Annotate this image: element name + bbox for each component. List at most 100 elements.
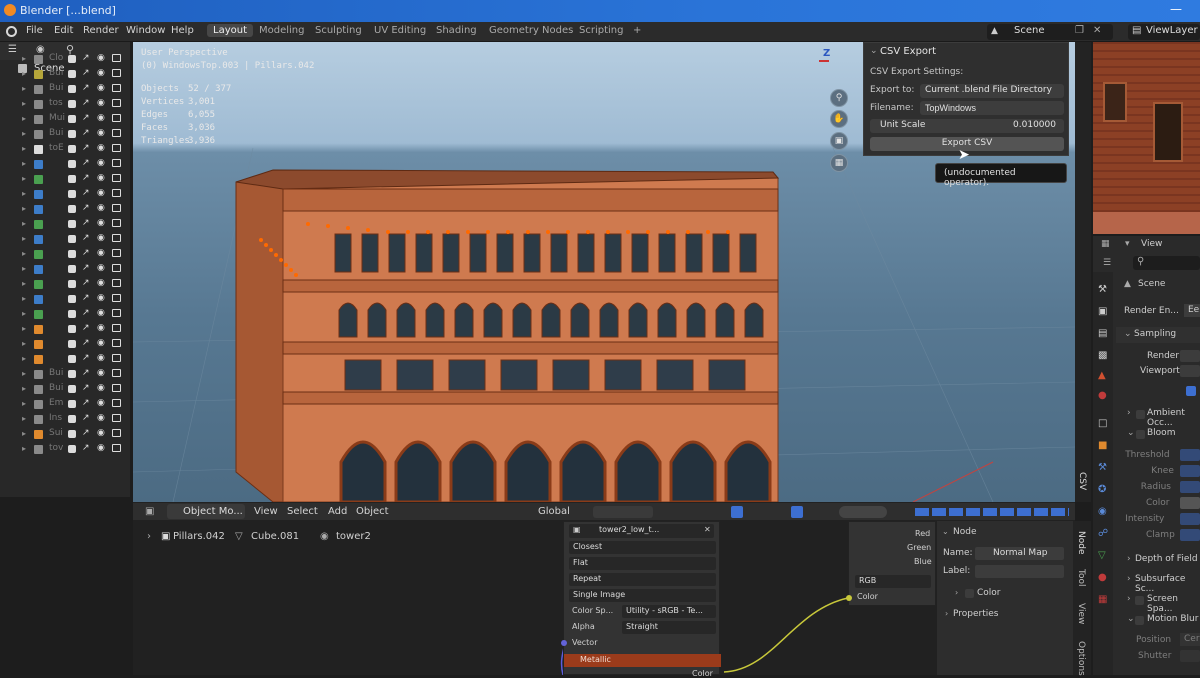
render-camera-icon[interactable] (112, 69, 121, 77)
expand-chevron-icon[interactable]: ▸ (22, 369, 26, 378)
expand-chevron-icon[interactable]: ▸ (22, 99, 26, 108)
expand-chevron-icon[interactable]: ▸ (22, 249, 26, 258)
texture-tab-icon[interactable]: ▦ (1098, 594, 1107, 605)
node-name-field[interactable]: Normal Map (975, 547, 1064, 560)
selectable-icon[interactable]: ↗ (82, 233, 90, 243)
selectable-icon[interactable]: ↗ (82, 263, 90, 273)
exclude-checkbox[interactable] (68, 310, 76, 318)
close-icon[interactable]: ✕ (1093, 25, 1101, 36)
expand-chevron-icon[interactable]: ▸ (22, 189, 26, 198)
eye-icon[interactable]: ◉ (97, 398, 105, 408)
selectable-icon[interactable]: ↗ (82, 128, 90, 138)
tab-view[interactable]: View (1076, 603, 1086, 624)
outliner-row[interactable]: ▸ Mui ↗ ◉ (0, 112, 130, 127)
mode-dropdown[interactable]: Object Mo... (167, 504, 245, 519)
exclude-checkbox[interactable] (68, 295, 76, 303)
outliner-row[interactable]: ▸ ↗ ◉ (0, 337, 130, 352)
render-camera-icon[interactable] (112, 84, 121, 92)
viewlayer-selector[interactable]: ▤ ViewLayer (1128, 24, 1200, 40)
selectable-icon[interactable]: ↗ (82, 248, 90, 258)
gizmo-z-label[interactable]: Z (823, 48, 830, 59)
image-selector[interactable]: ▣ tower2_low_t... ✕ (569, 524, 714, 538)
blender-menu-icon[interactable] (6, 26, 17, 37)
exclude-checkbox[interactable] (68, 160, 76, 168)
outliner-row[interactable]: ▸ ↗ ◉ (0, 232, 130, 247)
particles-tab-icon[interactable]: ✪ (1098, 484, 1106, 495)
exclude-checkbox[interactable] (68, 205, 76, 213)
render-camera-icon[interactable] (112, 54, 121, 62)
expand-chevron-icon[interactable]: ▸ (22, 144, 26, 153)
output-tab-icon[interactable]: ▤ (1098, 328, 1107, 339)
render-camera-icon[interactable] (112, 279, 121, 287)
properties-editor-icon[interactable]: ☰ (1103, 258, 1111, 268)
render-camera-icon[interactable] (112, 444, 121, 452)
expand-chevron-icon[interactable]: ▸ (22, 309, 26, 318)
sidebar-tab-csv[interactable]: CSV (1077, 472, 1087, 490)
render-camera-icon[interactable] (112, 294, 121, 302)
outliner-row[interactable]: ▸ Sui ↗ ◉ (0, 427, 130, 442)
expand-chevron-icon[interactable]: ▸ (22, 174, 26, 183)
tool-tab-icon[interactable]: ⚒ (1098, 284, 1107, 295)
eye-icon[interactable]: ◉ (97, 203, 105, 213)
menu-select[interactable]: Select (287, 506, 318, 517)
exclude-checkbox[interactable] (68, 55, 76, 63)
selectable-icon[interactable]: ↗ (82, 368, 90, 378)
render-camera-icon[interactable] (112, 384, 121, 392)
expand-chevron-icon[interactable]: ▸ (22, 69, 26, 78)
eye-icon[interactable]: ◉ (97, 83, 105, 93)
bloom-field-input[interactable] (1180, 513, 1200, 525)
render-samples-field[interactable] (1180, 350, 1200, 362)
vector-socket[interactable] (561, 640, 567, 646)
colorspace-dropdown[interactable]: Utility - sRGB - Te... (622, 605, 716, 618)
image-texture-node[interactable]: ▣ tower2_low_t... ✕ Closest Flat Repeat … (561, 521, 721, 678)
selectable-icon[interactable]: ↗ (82, 413, 90, 423)
render-tab-icon[interactable]: ▣ (1098, 306, 1107, 317)
menu-view[interactable]: View (254, 506, 278, 517)
expand-chevron-icon[interactable]: ▸ (22, 159, 26, 168)
render-camera-icon[interactable] (112, 159, 121, 167)
grid-icon[interactable]: ▦ (830, 154, 848, 172)
eye-icon[interactable]: ◉ (97, 308, 105, 318)
render-camera-icon[interactable] (112, 219, 121, 227)
exclude-checkbox[interactable] (68, 445, 76, 453)
eye-icon[interactable]: ◉ (97, 413, 105, 423)
unlink-icon[interactable]: ✕ (704, 525, 711, 534)
physics-tab-icon[interactable]: ◉ (1098, 506, 1107, 517)
expand-chevron-icon[interactable]: ▸ (22, 429, 26, 438)
render-camera-icon[interactable] (112, 399, 121, 407)
eye-icon[interactable]: ◉ (97, 278, 105, 288)
eye-icon[interactable]: ◉ (97, 173, 105, 183)
outliner-row[interactable]: ▸ ↗ ◉ (0, 217, 130, 232)
render-camera-icon[interactable] (112, 339, 121, 347)
exclude-checkbox[interactable] (68, 70, 76, 78)
eye-icon[interactable]: ◉ (97, 68, 105, 78)
exclude-checkbox[interactable] (68, 115, 76, 123)
eye-icon[interactable]: ◉ (97, 158, 105, 168)
selectable-icon[interactable]: ↗ (82, 383, 90, 393)
eye-icon[interactable]: ◉ (97, 263, 105, 273)
eye-icon[interactable]: ◉ (97, 338, 105, 348)
add-workspace-button[interactable]: + (633, 25, 641, 36)
expand-chevron-icon[interactable]: ▸ (22, 294, 26, 303)
tab-node[interactable]: Node (1076, 531, 1086, 555)
outliner-row[interactable]: ▸ ↗ ◉ (0, 277, 130, 292)
extension-dropdown[interactable]: Repeat (569, 573, 716, 586)
outliner-row[interactable]: ▸ ↗ ◉ (0, 157, 130, 172)
render-camera-icon[interactable] (112, 174, 121, 182)
eye-icon[interactable]: ◉ (97, 323, 105, 333)
eye-icon[interactable]: ◉ (97, 293, 105, 303)
ssr-chevron-icon[interactable]: › (1127, 594, 1131, 604)
layer-toggles[interactable] (915, 508, 1069, 516)
constraints-tab-icon[interactable]: ☍ (1098, 528, 1108, 539)
separate-rgb-node[interactable]: Red Green Blue RGB Color (846, 521, 936, 606)
copy-icon[interactable]: ❐ (1075, 25, 1084, 36)
eye-icon[interactable]: ◉ (97, 248, 105, 258)
scene-tab-icon[interactable]: ▲ (1098, 370, 1106, 381)
position-dropdown[interactable]: Cer (1180, 633, 1200, 646)
rgb-mode-dropdown[interactable]: RGB (855, 575, 931, 588)
expand-chevron-icon[interactable]: ▸ (22, 339, 26, 348)
outliner-row[interactable]: ▸ ↗ ◉ (0, 202, 130, 217)
render-engine-dropdown[interactable]: Ee (1184, 304, 1200, 317)
expand-chevron-icon[interactable]: ▸ (22, 114, 26, 123)
motion-blur-chevron-icon[interactable]: ⌄ (1127, 614, 1135, 624)
